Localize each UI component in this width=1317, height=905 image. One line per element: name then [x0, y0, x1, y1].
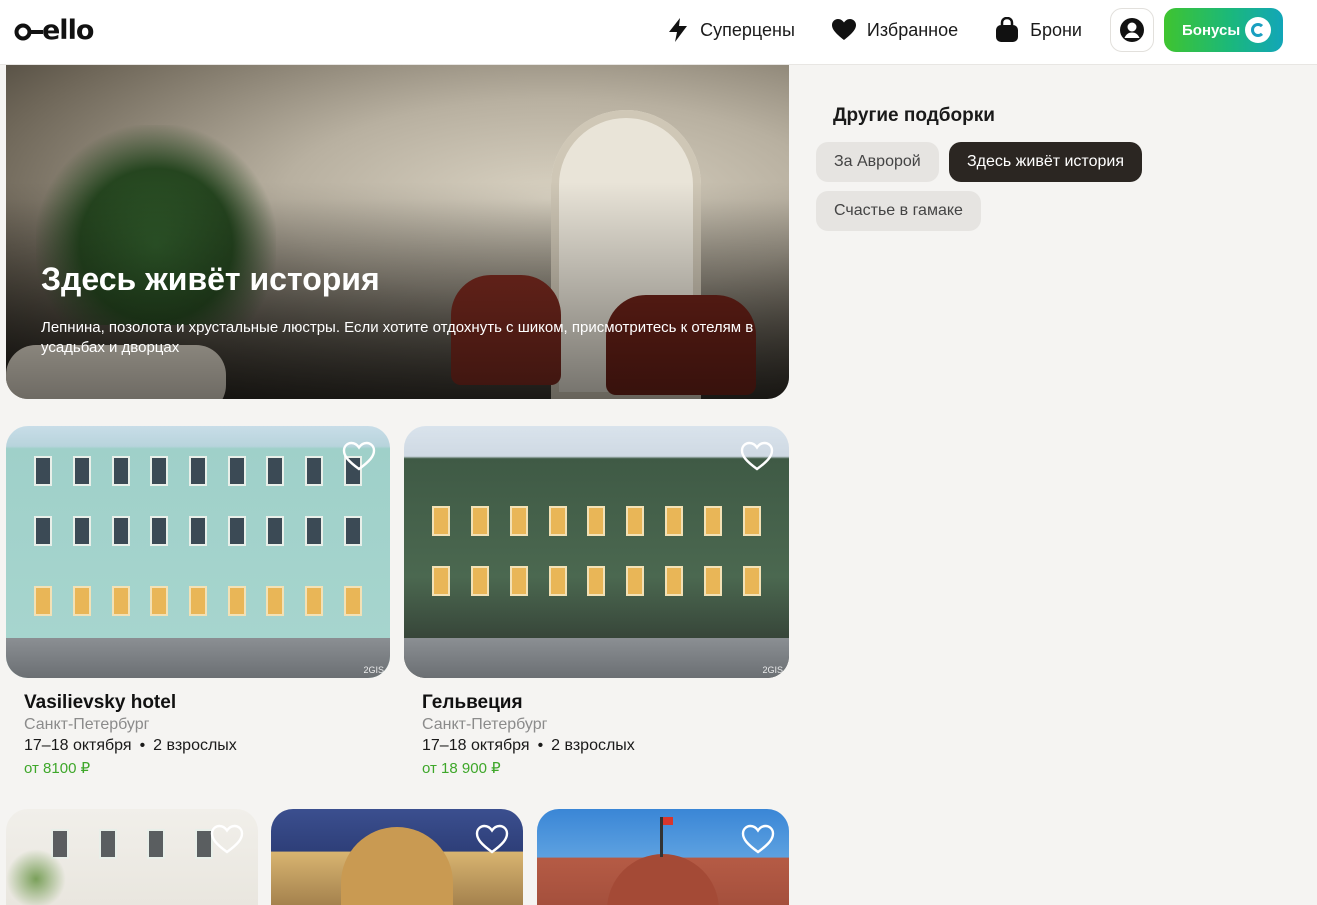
- collection-description: Лепнина, позолота и хрустальные люстры. …: [41, 319, 754, 356]
- collection-title: Здесь живёт история: [41, 261, 380, 297]
- hotel-dates: 17–18 октября: [422, 737, 530, 754]
- user-icon: [1120, 18, 1144, 42]
- otello-logo[interactable]: ello: [14, 14, 116, 44]
- hotel-name[interactable]: Vasilievsky hotel: [24, 692, 176, 714]
- bonus-coin-icon: [1245, 17, 1271, 43]
- logo-mark: ello: [14, 15, 95, 44]
- hotel-photo[interactable]: 2GIS: [404, 426, 789, 678]
- collection-hero-banner: Здесь живёт история Лепнина, позолота и …: [6, 65, 789, 399]
- hotel-price: от 8100 ₽: [24, 760, 91, 777]
- street: [6, 638, 390, 678]
- hotel-dates-guests: 17–18 октября • 2 взрослых: [422, 737, 635, 755]
- hotel-photo[interactable]: 2GIS: [6, 426, 390, 678]
- hotel-price: от 18 900 ₽: [422, 760, 501, 777]
- hotel-guests: 2 взрослых: [153, 737, 237, 754]
- favorite-heart-icon[interactable]: [740, 440, 774, 474]
- chip-zdes-zhivet-istoriya[interactable]: Здесь живёт история: [949, 142, 1142, 182]
- favorite-heart-icon[interactable]: [342, 440, 376, 474]
- bag-icon: [996, 17, 1019, 42]
- favorite-heart-icon[interactable]: [210, 823, 244, 857]
- chip-schastye-v-gamake[interactable]: Счастье в гамаке: [816, 191, 981, 231]
- separator-dot: •: [537, 737, 544, 754]
- lightning-icon: [669, 18, 688, 42]
- nav-bookings-label: Брони: [1030, 19, 1082, 40]
- hotel-card[interactable]: 2GIS Vasilievsky hotel Санкт-Петербург 1…: [6, 426, 390, 786]
- nav-bookings[interactable]: Брони: [994, 17, 1082, 43]
- hotel-dates-guests: 17–18 октября • 2 взрослых: [24, 737, 237, 755]
- hotel-city: Санкт-Петербург: [422, 716, 548, 733]
- bonus-button[interactable]: Бонусы: [1164, 8, 1283, 52]
- separator-dot: •: [139, 737, 146, 754]
- hotel-name[interactable]: Гельвеция: [422, 692, 523, 714]
- hotel-card[interactable]: [6, 809, 258, 905]
- chip-za-avroroy[interactable]: За Авророй: [816, 142, 939, 182]
- bonus-label: Бонусы: [1182, 21, 1241, 39]
- photo-credit: 2GIS: [363, 665, 384, 675]
- nav-superprices[interactable]: Суперцены: [666, 17, 795, 43]
- hotel-dates: 17–18 октября: [24, 737, 132, 754]
- favorite-heart-icon[interactable]: [475, 823, 509, 857]
- hotel-city: Санкт-Петербург: [24, 716, 150, 733]
- top-header: ello Суперцены Избранное Брони Бонусы: [0, 0, 1317, 65]
- hotel-card[interactable]: 2GIS Гельвеция Санкт-Петербург 17–18 окт…: [404, 426, 789, 786]
- svg-text:ello: ello: [42, 15, 94, 44]
- street: [404, 638, 789, 678]
- nav-favorites-label: Избранное: [866, 19, 959, 40]
- nav-favorites[interactable]: Избранное: [831, 18, 958, 42]
- hotel-guests: 2 взрослых: [551, 737, 635, 754]
- hotel-card[interactable]: [271, 809, 523, 905]
- main-nav: Суперцены Избранное Брони Бонусы: [666, 8, 1283, 52]
- profile-button[interactable]: [1110, 8, 1154, 52]
- photo-credit: 2GIS: [762, 665, 783, 675]
- nav-superprices-label: Суперцены: [700, 19, 795, 40]
- hotel-card[interactable]: [537, 809, 789, 905]
- heart-icon: [831, 19, 856, 40]
- other-collections-title: Другие подборки: [833, 105, 995, 126]
- favorite-heart-icon[interactable]: [741, 823, 775, 857]
